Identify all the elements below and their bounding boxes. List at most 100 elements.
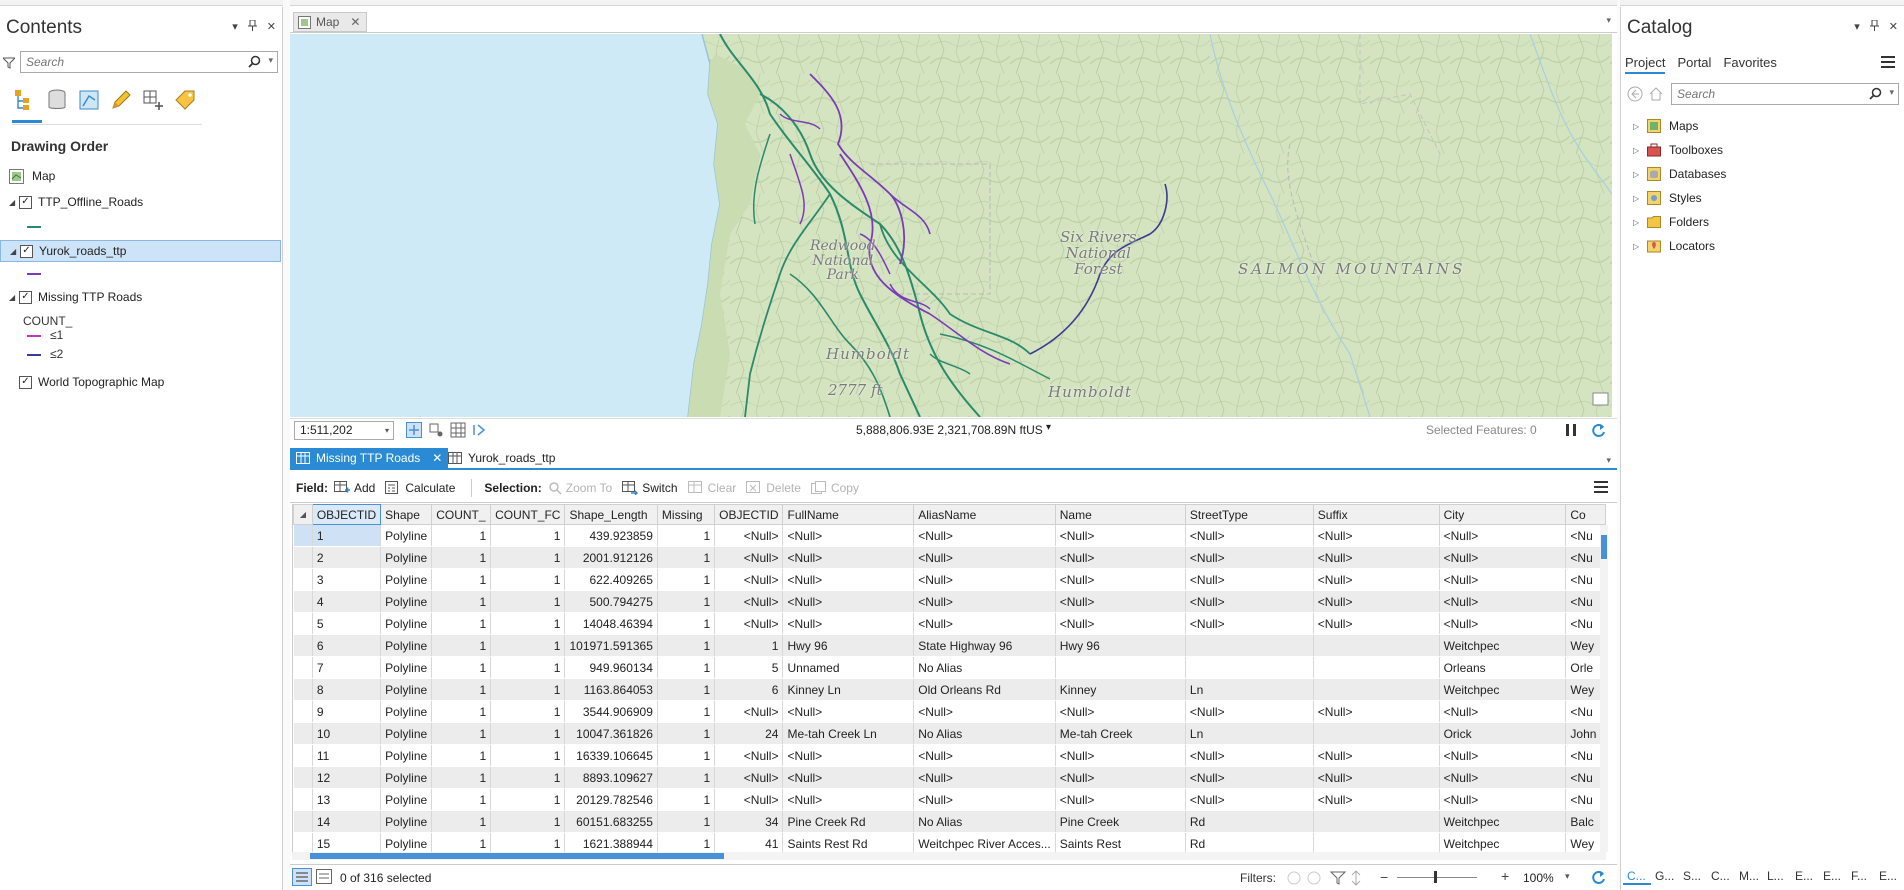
back-icon[interactable] (1627, 86, 1643, 102)
table-cell[interactable]: 3 (312, 568, 382, 591)
table-cell[interactable]: <Null> (1185, 568, 1314, 591)
table-cell[interactable]: 24 (714, 722, 784, 745)
catalog-search-box[interactable]: ▾ (1671, 83, 1899, 105)
table-cell[interactable]: <Null> (1185, 546, 1314, 569)
row-selector[interactable] (293, 700, 313, 723)
column-header[interactable]: OBJECTID (714, 504, 784, 525)
zoom-to-button[interactable]: Zoom To (548, 481, 612, 495)
chevron-down-icon[interactable]: ▾ (1046, 422, 1051, 433)
table-row[interactable]: 2 Polyline 1 1 2001.912126 1 <Null> <Null> <Null… (293, 546, 1606, 569)
table-cell[interactable]: 6 (312, 634, 382, 657)
table-cell[interactable]: <Null> (714, 612, 784, 635)
table-cell[interactable]: Me-tah Creek Ln (782, 722, 915, 745)
table-cell[interactable]: 1 (657, 700, 716, 723)
column-header[interactable]: AliasName (913, 504, 1056, 525)
table-cell[interactable]: Weitchpec (1439, 678, 1567, 701)
table-cell[interactable]: <Null> (1055, 744, 1186, 767)
table-cell[interactable]: <Null> (782, 590, 915, 613)
table-cell[interactable]: Ln (1185, 678, 1314, 701)
table-cell[interactable]: 8893.109627 (564, 766, 658, 789)
column-header[interactable]: FullName (782, 504, 915, 525)
table-cell[interactable]: <Null> (1185, 788, 1314, 811)
clear-selection-button[interactable]: Clear (687, 480, 736, 495)
expand-triangle-icon[interactable]: ▷ (1633, 218, 1647, 227)
table-cell[interactable]: Orick (1439, 722, 1567, 745)
table-cell[interactable]: <Null> (1055, 524, 1186, 547)
table-cell[interactable]: 2 (312, 546, 382, 569)
table-cell[interactable] (1313, 810, 1440, 833)
bottom-tab[interactable]: C... (1623, 869, 1651, 885)
table-cell[interactable]: 1 (431, 656, 492, 679)
table-cell[interactable]: 500.794275 (564, 590, 658, 613)
table-cell[interactable]: 1 (431, 744, 492, 767)
table-cell[interactable]: 1 (431, 678, 492, 701)
table-cell[interactable] (1313, 656, 1440, 679)
table-tab[interactable]: Yurok_roads_ttp (442, 448, 561, 468)
layer-visibility-checkbox[interactable]: ✓ (19, 195, 32, 209)
table-cell[interactable]: <Null> (782, 744, 915, 767)
map-canvas[interactable] (290, 34, 1612, 417)
table-cell[interactable]: 11 (312, 744, 382, 767)
zoom-slider[interactable] (1397, 877, 1477, 878)
row-selector[interactable] (293, 656, 313, 679)
table-cell[interactable]: 60151.683255 (564, 810, 658, 833)
table-cell[interactable]: 1 (657, 634, 716, 657)
search-icon[interactable] (248, 55, 261, 68)
table-row[interactable]: 12 Polyline 1 1 8893.109627 1 <Null> <Null> <Nul… (293, 766, 1606, 789)
table-cell[interactable]: Weitchpec (1439, 634, 1567, 657)
table-cell[interactable]: Polyline (380, 634, 433, 657)
filter-icon[interactable] (3, 57, 15, 69)
catalog-item-styles[interactable]: ▷ Styles (1633, 188, 1702, 208)
table-cell[interactable]: <Null> (782, 788, 915, 811)
column-header[interactable]: StreetType (1184, 504, 1314, 525)
scroll-thumb[interactable] (1601, 535, 1607, 559)
column-header[interactable]: Shape_Length (564, 504, 658, 525)
expand-triangle-icon[interactable]: ▷ (1633, 122, 1647, 131)
table-cell[interactable]: <Null> (714, 568, 784, 591)
pin-icon[interactable] (1869, 19, 1879, 34)
table-cell[interactable]: <Null> (714, 788, 784, 811)
table-cell[interactable]: <Null> (1439, 524, 1567, 547)
table-cell[interactable]: <Null> (1055, 590, 1186, 613)
table-cell[interactable]: <Null> (913, 788, 1056, 811)
table-cell[interactable]: Polyline (380, 612, 433, 635)
column-header[interactable]: Suffix (1312, 504, 1440, 525)
table-cell[interactable]: No Alias (913, 810, 1056, 833)
table-row[interactable]: 7 Polyline 1 1 949.960134 1 5 Unnamed No Alias Or… (293, 656, 1606, 679)
show-all-records-icon[interactable] (292, 868, 312, 886)
table-cell[interactable]: 1621.388944 (564, 832, 658, 852)
table-cell[interactable]: 4 (312, 590, 382, 613)
table-cell[interactable]: <Null> (1439, 766, 1567, 789)
table-cell[interactable]: 1 (490, 832, 566, 852)
table-row[interactable]: 1 Polyline 1 1 439.923859 1 <Null> <Null> <Null>… (293, 524, 1606, 547)
table-cell[interactable]: <Null> (913, 546, 1056, 569)
drawing-order-icon[interactable] (12, 87, 38, 113)
table-cell[interactable]: 5 (312, 612, 382, 635)
row-selector[interactable] (293, 678, 313, 701)
tree-item-map[interactable]: Map (0, 165, 281, 187)
table-cell[interactable]: 5 (714, 656, 784, 679)
table-cell[interactable]: <Null> (913, 612, 1056, 635)
table-cell[interactable]: 14048.46394 (564, 612, 658, 635)
chevron-down-icon[interactable]: ▾ (1889, 87, 1894, 98)
table-cell[interactable]: Pine Creek (1055, 810, 1186, 833)
layer-visibility-checkbox[interactable]: ✓ (19, 290, 32, 304)
show-selected-records-icon[interactable] (316, 869, 332, 885)
column-header[interactable]: Missing (656, 504, 716, 525)
table-cell[interactable]: 10 (312, 722, 382, 745)
table-cell[interactable]: <Null> (782, 568, 915, 591)
tree-item-layer[interactable]: ◢ ✓ Missing TTP Roads (0, 286, 281, 308)
table-cell[interactable]: 16339.106645 (564, 744, 658, 767)
refresh-icon[interactable] (1590, 422, 1607, 439)
table-cell[interactable]: Polyline (380, 766, 433, 789)
table-cell[interactable]: Polyline (380, 678, 433, 701)
delete-button[interactable]: Delete (746, 480, 801, 495)
table-cell[interactable]: 1 (657, 766, 716, 789)
table-cell[interactable]: 949.960134 (564, 656, 658, 679)
table-cell[interactable]: <Null> (1185, 590, 1314, 613)
expand-triangle-icon[interactable]: ▷ (1633, 146, 1647, 155)
table-row[interactable]: 13 Polyline 1 1 20129.782546 1 <Null> <Null> <Nu… (293, 788, 1606, 811)
table-cell[interactable]: <Null> (1313, 700, 1440, 723)
table-cell[interactable]: 1163.864053 (564, 678, 658, 701)
table-row[interactable]: 15 Polyline 1 1 1621.388944 1 41 Saints Rest Rd… (293, 832, 1606, 852)
